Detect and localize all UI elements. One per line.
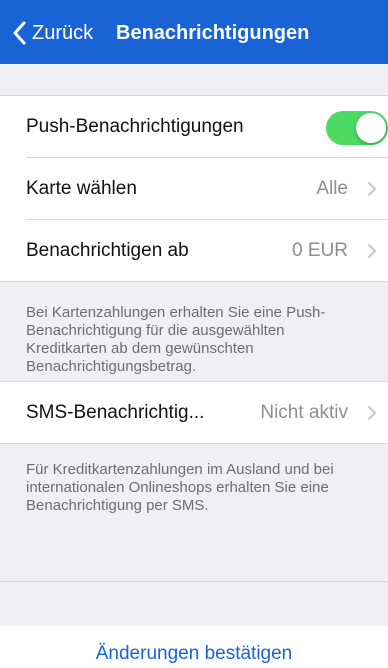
back-button[interactable]: Zurück xyxy=(8,16,93,50)
select-card-row[interactable]: Karte wählen Alle xyxy=(0,158,388,219)
notify-threshold-label: Benachrichtigen ab xyxy=(26,240,189,261)
chevron-left-icon xyxy=(8,18,30,48)
notify-threshold-value: 0 EUR xyxy=(292,240,348,261)
chevron-right-icon xyxy=(366,180,378,198)
notifications-screen: Zurück Benachrichtigungen Push-Benachric… xyxy=(0,0,388,668)
notify-threshold-row[interactable]: Benachrichtigen ab 0 EUR xyxy=(0,220,388,281)
back-label: Zurück xyxy=(32,21,94,44)
push-notifications-row: Push-Benachrichtigungen xyxy=(0,96,388,157)
section-gap xyxy=(0,64,388,96)
page-title: Benachrichtigungen xyxy=(116,22,310,44)
push-notifications-toggle[interactable] xyxy=(326,111,388,145)
chevron-right-icon xyxy=(366,242,378,260)
bottom-gap xyxy=(0,582,388,626)
select-card-value: Alle xyxy=(316,178,348,199)
confirm-changes-button[interactable]: Änderungen bestätigen xyxy=(0,640,388,668)
chevron-right-icon xyxy=(366,404,378,422)
sms-notifications-value: Nicht aktiv xyxy=(260,402,348,423)
push-notifications-label: Push-Benachrichtigungen xyxy=(26,116,244,137)
toggle-knob xyxy=(356,113,386,143)
select-card-label: Karte wählen xyxy=(26,178,137,199)
sms-info-text: Für Kreditkartenzahlungen im Ausland und… xyxy=(26,461,334,514)
navigation-bar: Zurück Benachrichtigungen xyxy=(0,0,388,64)
sms-notifications-label: SMS-Benachrichtig... xyxy=(26,402,205,423)
push-info-text: Bei Kartenzahlungen erhalten Sie eine Pu… xyxy=(26,304,326,375)
sms-notifications-row[interactable]: SMS-Benachrichtig... Nicht aktiv xyxy=(0,382,388,443)
